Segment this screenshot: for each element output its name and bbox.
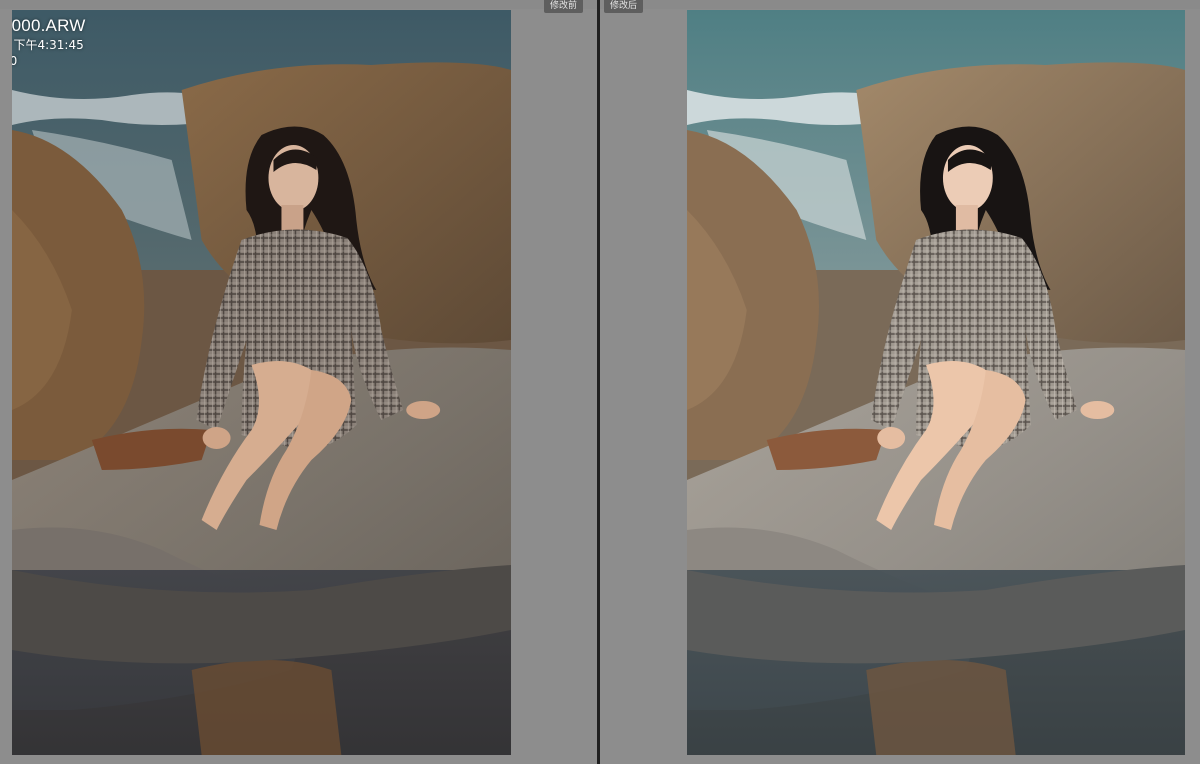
compare-divider[interactable] bbox=[597, 0, 600, 764]
before-photo-panel[interactable]: 3000.ARW 2 下午4:31:45 00 bbox=[12, 10, 511, 755]
after-photo-panel[interactable] bbox=[687, 10, 1185, 755]
before-photo bbox=[12, 10, 511, 755]
toolbar-strip bbox=[0, 0, 1200, 9]
before-tab-label[interactable]: 修改前 bbox=[544, 0, 584, 13]
after-tab-label[interactable]: 修改后 bbox=[604, 0, 644, 13]
before-after-compare-view: 修改前 修改后 000.ARW 下午4:31:45 0 bbox=[0, 0, 1200, 764]
after-photo bbox=[687, 10, 1185, 755]
